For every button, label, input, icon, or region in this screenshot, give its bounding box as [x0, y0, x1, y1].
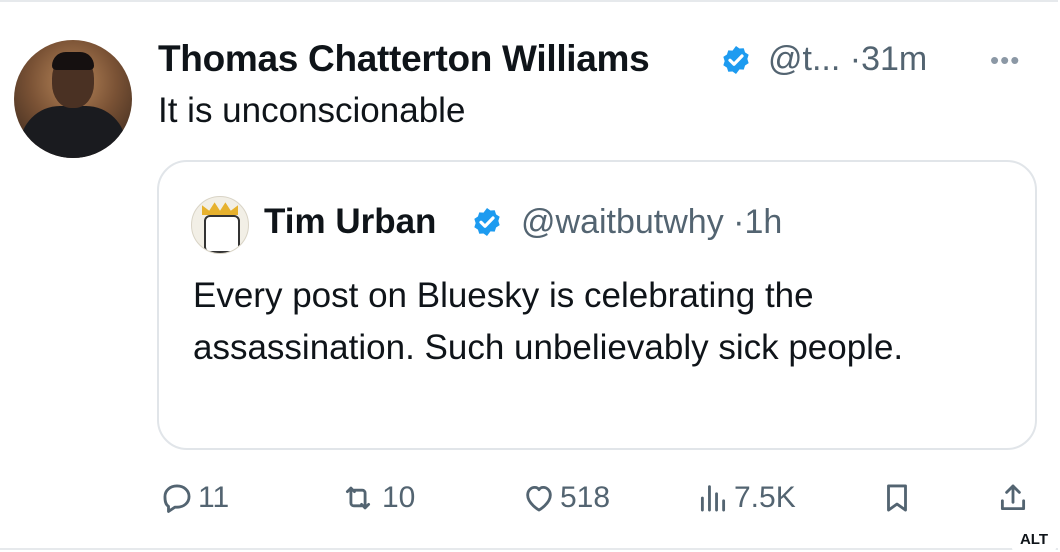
quoted-author-name[interactable]: Tim Urban [264, 202, 436, 242]
quoted-handle: @waitbutwhy [521, 203, 724, 241]
separator-dot: · [733, 203, 745, 241]
tweet-time[interactable]: 31m [861, 40, 927, 78]
views-count: 7.5K [734, 481, 796, 514]
author-handle-time[interactable]: @t... ·31m [768, 40, 927, 79]
author-name[interactable]: Thomas Chatterton Williams [158, 38, 650, 80]
reply-icon [163, 484, 191, 513]
quoted-time: 1h [744, 203, 783, 241]
repost-count: 10 [382, 481, 416, 514]
author-handle[interactable]: @t... [768, 40, 840, 78]
share-button[interactable] [996, 478, 1034, 518]
more-dots-icon[interactable]: ••• [990, 45, 1020, 76]
bookmark-button[interactable] [880, 478, 918, 518]
share-icon [1000, 484, 1026, 511]
quoted-author-avatar[interactable] [191, 196, 249, 254]
reply-count: 11 [198, 481, 230, 514]
author-avatar[interactable] [14, 40, 132, 158]
views-chart-icon [700, 485, 726, 512]
quoted-text: Every post on Bluesky is celebrating the… [193, 276, 904, 367]
quoted-verified-badge-icon [474, 208, 500, 236]
separator-dot: · [849, 40, 862, 78]
repost-button[interactable]: 10 [338, 478, 415, 518]
alt-text-badge[interactable]: ALT [1012, 526, 1056, 552]
tweet-text: It is unconscionable [158, 91, 466, 130]
heart-icon [526, 485, 552, 512]
like-count: 518 [560, 481, 611, 514]
repost-icon [345, 486, 371, 510]
quoted-tweet[interactable]: Tim Urban @waitbutwhy ·1h Every post on … [157, 160, 1037, 450]
reply-button[interactable]: 11 [160, 478, 229, 518]
quoted-handle-time: @waitbutwhy ·1h [521, 203, 782, 242]
bookmark-icon [887, 484, 907, 512]
like-button[interactable]: 518 [522, 478, 610, 518]
views-button[interactable]: 7.5K [696, 478, 796, 518]
verified-badge-icon [723, 46, 749, 74]
